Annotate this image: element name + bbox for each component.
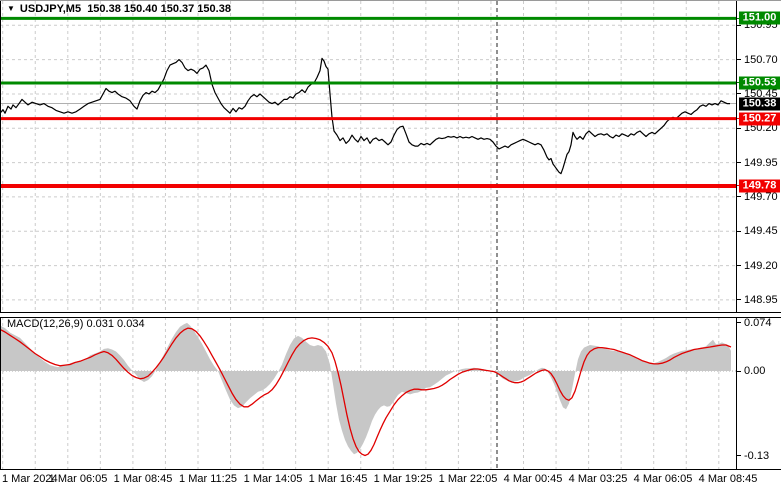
chart-title-quotes: 150.38 150.40 150.37 150.38 [87, 3, 231, 15]
level-price-badge: 149.78 [739, 179, 780, 193]
symbol-dropdown-icon[interactable]: ▼ [7, 4, 15, 13]
level-price-badge: 150.53 [739, 76, 780, 90]
macd-indicator-label: MACD(12,26,9) 0.031 0.034 [7, 318, 145, 330]
chart-bottom-border [0, 469, 781, 470]
time-axis-label: 1 Mar 11:25 [179, 473, 237, 485]
time-axis-label: 1 Mar 06:05 [48, 473, 108, 485]
chart-left-border [0, 1, 1, 469]
axis-tick-mark [737, 162, 741, 164]
price-line-series [0, 57, 730, 175]
time-axis-label: 4 Mar 08:45 [698, 473, 758, 485]
macd-axis-label: 0.074 [744, 316, 772, 329]
chart-window: ▼ USDJPY,M5 150.38 150.40 150.37 150.38 M… [0, 0, 781, 489]
time-axis-label: 4 Mar 06:05 [633, 473, 693, 485]
level-price-badge: 150.27 [739, 112, 780, 126]
axis-tick-mark [737, 230, 741, 232]
price-axis-label: 149.45 [744, 225, 778, 238]
price-chart-pane[interactable] [0, 1, 736, 313]
price-axis-label: 150.70 [744, 53, 778, 66]
axis-tick-mark [737, 299, 741, 301]
current-price-badge: 150.38 [739, 97, 780, 111]
axis-tick-mark [737, 322, 741, 324]
axis-tick-mark [737, 59, 741, 61]
price-axis-label: 149.95 [744, 156, 778, 169]
price-axis[interactable]: 150.95 150.70 150.45 150.20 149.95 149.70 149.… [736, 1, 781, 469]
time-axis-label: 4 Mar 00:45 [503, 473, 563, 485]
chart-title: ▼ USDJPY,M5 150.38 150.40 150.37 150.38 [7, 3, 231, 15]
macd-axis-label: -0.13 [744, 449, 770, 462]
axis-tick-mark [737, 370, 741, 372]
time-axis[interactable]: 1 Mar 2024 1 Mar 06:05 1 Mar 08:45 1 Mar 11… [0, 470, 781, 489]
macd-axis-label: 0.00 [744, 365, 766, 377]
time-axis-label: 4 Mar 03:25 [568, 473, 628, 485]
time-axis-label: 1 Mar 14:05 [243, 473, 303, 485]
price-axis-label: 148.95 [744, 293, 778, 306]
time-axis-label: 1 Mar 16:45 [308, 473, 368, 485]
price-axis-label: 149.20 [744, 259, 778, 272]
time-axis-label: 1 Mar 08:45 [113, 473, 173, 485]
time-axis-label: 1 Mar 22:05 [438, 473, 498, 485]
axis-tick-mark [737, 93, 741, 95]
level-price-badge: 151.00 [739, 11, 780, 25]
time-axis-label: 1 Mar 19:25 [373, 473, 433, 485]
axis-tick-mark [737, 127, 741, 129]
axis-tick-mark [737, 455, 741, 456]
price-axis-label: 149.70 [744, 190, 778, 203]
axis-tick-mark [737, 196, 741, 198]
axis-tick-mark [737, 24, 741, 26]
macd-indicator-pane[interactable] [0, 317, 736, 469]
axis-tick-mark [737, 265, 741, 267]
chart-title-symbol: USDJPY,M5 [19, 3, 82, 15]
